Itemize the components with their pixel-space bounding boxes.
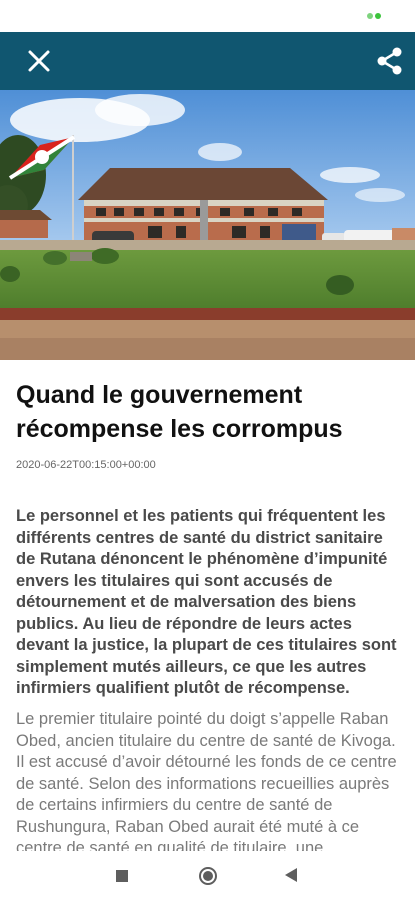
close-button[interactable]	[22, 44, 56, 78]
recent-apps-button[interactable]	[116, 870, 128, 882]
article-lead-paragraph: Le personnel et les patients qui fréquen…	[16, 507, 397, 697]
system-navigation-bar	[0, 852, 415, 900]
close-icon	[28, 50, 50, 72]
article-date: 2020-06-22T00:15:00+00:00	[16, 459, 156, 471]
share-icon	[377, 47, 402, 75]
app-bar	[0, 32, 415, 90]
status-bar	[0, 0, 415, 32]
article-hero-image	[0, 90, 415, 360]
article-body-paragraph: Le premier titulaire pointé du doigt s’a…	[16, 710, 397, 851]
battery-indicator-icon	[367, 13, 381, 19]
article-title: Quand le gouvernement récompense les cor…	[16, 381, 343, 443]
home-button[interactable]	[199, 867, 217, 885]
share-button[interactable]	[373, 44, 407, 78]
back-button[interactable]	[285, 868, 297, 882]
